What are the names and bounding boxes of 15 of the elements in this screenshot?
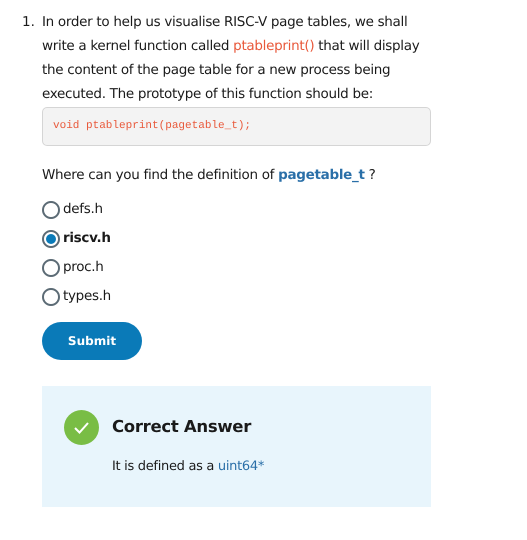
question-text: In order to help us visualise RISC-V page tables, we shall write a kernel function called ptableprint() that will display the content of the page table for a new process being executed. The prototype of this function should be:: [42, 13, 420, 104]
radio-button[interactable]: [42, 258, 60, 276]
feedback-title: Correct Answer: [112, 416, 252, 438]
submit-button[interactable]: Submit: [42, 322, 142, 360]
radio-option[interactable]: proc.h: [42, 253, 104, 282]
question-prompt: Where can you find the definition of pagetable_t ?: [42, 166, 376, 185]
radio-option[interactable]: types.h: [42, 282, 111, 311]
feedback-message: It is defined as a uint64*: [112, 458, 266, 476]
radio-button[interactable]: [42, 288, 60, 306]
radio-button[interactable]: [42, 230, 60, 248]
radio-option[interactable]: defs.h: [42, 195, 103, 224]
question-number: 1.: [22, 13, 36, 32]
code-block: void ptableprint(pagetable_t);: [42, 107, 431, 146]
radio-button[interactable]: [42, 200, 60, 218]
radio-option[interactable]: riscv.h: [42, 224, 111, 253]
